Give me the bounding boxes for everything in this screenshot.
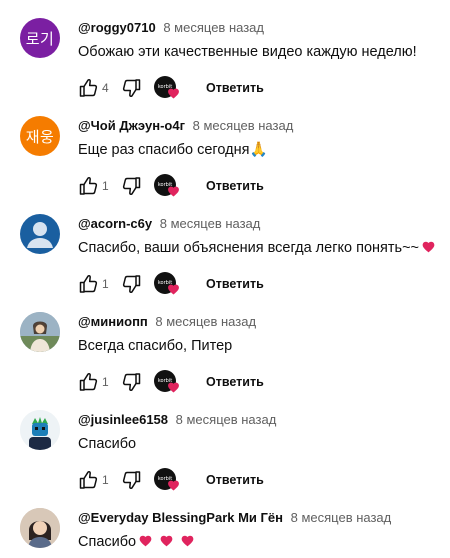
- like-count: 1: [102, 375, 109, 389]
- comment-item: @миниопп 8 месяцев назад Всегда спасибо,…: [0, 312, 450, 410]
- comment-text: Всегда спасибо, Питер: [78, 336, 232, 356]
- heart-emoji-icon: [422, 241, 435, 253]
- thumbs-down-icon: [122, 275, 141, 294]
- comment-actions: 1 korbit Ответить: [72, 368, 332, 396]
- avatar-initials: 재웅: [25, 127, 55, 146]
- like-button[interactable]: [76, 76, 100, 100]
- comment-text-body: Спасибо, ваши объяснения всегда легко по…: [78, 240, 420, 256]
- comment-text-body: Обожаю эти качественные видео каждую нед…: [78, 44, 417, 60]
- avatar-initials: 로기: [25, 29, 55, 48]
- photo-avatar-icon: [20, 508, 60, 548]
- comment-timestamp[interactable]: 8 месяцев назад: [160, 216, 261, 231]
- comment-actions: 1 korbit Ответить: [72, 466, 332, 494]
- heart-icon: [168, 382, 179, 393]
- heart-icon: [168, 480, 179, 491]
- comment-author[interactable]: @acorn-c6y: [78, 216, 152, 231]
- comment-item: 재웅 @Чой Джэун-о4г 8 месяцев назад Еще ра…: [0, 116, 450, 214]
- dislike-button[interactable]: [120, 76, 144, 100]
- heart-icon: [168, 284, 179, 295]
- comment-meta: @миниопп 8 месяцев назад: [78, 314, 256, 330]
- dislike-button[interactable]: [120, 174, 144, 198]
- avatar[interactable]: 재웅: [20, 116, 60, 156]
- comment-text: Спасибо: [78, 434, 136, 454]
- thumbs-up-icon: [79, 176, 98, 195]
- thumbs-up-icon: [79, 470, 98, 489]
- comment-timestamp[interactable]: 8 месяцев назад: [155, 314, 256, 329]
- heart-emoji-icon: [139, 535, 152, 547]
- avatar[interactable]: [20, 508, 60, 548]
- comment-timestamp[interactable]: 8 месяцев назад: [163, 20, 264, 35]
- photo-avatar-icon: [20, 312, 60, 352]
- like-button[interactable]: [76, 272, 100, 296]
- comment-meta: @jusinlee6158 8 месяцев назад: [78, 412, 276, 428]
- heart-emoji-icon: [160, 535, 173, 547]
- creator-heart-badge: korbit: [154, 468, 182, 494]
- comment-meta: @roggy0710 8 месяцев назад: [78, 20, 264, 36]
- reply-button[interactable]: Ответить: [194, 368, 276, 396]
- thumbs-up-icon: [79, 372, 98, 391]
- creator-heart-badge: korbit: [154, 76, 182, 102]
- thumbs-up-icon: [79, 274, 98, 293]
- creator-heart-badge: korbit: [154, 174, 182, 200]
- comment-author[interactable]: @jusinlee6158: [78, 412, 168, 427]
- comment-item: @acorn-c6y 8 месяцев назад Спасибо, ваши…: [0, 214, 450, 312]
- thumbs-down-icon: [122, 373, 141, 392]
- comment-actions: 1 korbit Ответить: [72, 270, 332, 298]
- avatar[interactable]: [20, 410, 60, 450]
- like-button[interactable]: [76, 174, 100, 198]
- heart-icon: [168, 186, 179, 197]
- default-person-icon: [27, 222, 53, 248]
- reply-button[interactable]: Ответить: [194, 172, 276, 200]
- avatar[interactable]: [20, 312, 60, 352]
- folded-hands-emoji: 🙏: [249, 142, 268, 158]
- comment-text-body: Еще раз спасибо сегодня: [78, 142, 250, 158]
- comment-text-body: Спасибо: [78, 436, 137, 452]
- comment-text: Обожаю эти качественные видео каждую нед…: [78, 42, 417, 62]
- reply-button[interactable]: Ответить: [194, 466, 276, 494]
- heart-icon: [168, 88, 179, 99]
- comment-author[interactable]: @Everyday BlessingPark Ми Гён: [78, 510, 283, 525]
- comment-text-body: Всегда спасибо, Питер: [78, 338, 233, 354]
- thumbs-down-icon: [122, 177, 141, 196]
- creator-heart-badge: korbit: [154, 272, 182, 298]
- like-count: 1: [102, 277, 109, 291]
- like-count: 4: [102, 81, 109, 95]
- comment-timestamp[interactable]: 8 месяцев назад: [176, 412, 277, 427]
- comment-item: 로기 @roggy0710 8 месяцев назад Обожаю эти…: [0, 18, 450, 116]
- thumbs-down-icon: [122, 471, 141, 490]
- comment-text: Еще раз спасибо сегодня🙏: [78, 140, 268, 160]
- like-count: 1: [102, 179, 109, 193]
- comment-meta: @Everyday BlessingPark Ми Гён 8 месяцев …: [78, 510, 391, 526]
- dislike-button[interactable]: [120, 370, 144, 394]
- comment-item: @jusinlee6158 8 месяцев назад Спасибо 1 …: [0, 410, 450, 508]
- like-button[interactable]: [76, 370, 100, 394]
- comment-text: Спасибо: [78, 532, 195, 552]
- thumbs-up-icon: [79, 78, 98, 97]
- reply-button[interactable]: Ответить: [194, 270, 276, 298]
- comment-timestamp[interactable]: 8 месяцев назад: [291, 510, 392, 525]
- comment-actions: 1 korbit Ответить: [72, 172, 332, 200]
- avatar[interactable]: [20, 214, 60, 254]
- comment-text: Спасибо, ваши объяснения всегда легко по…: [78, 238, 436, 258]
- thumbs-down-icon: [122, 79, 141, 98]
- comment-meta: @Чой Джэун-о4г 8 месяцев назад: [78, 118, 293, 134]
- like-count: 1: [102, 473, 109, 487]
- avatar[interactable]: 로기: [20, 18, 60, 58]
- like-button[interactable]: [76, 468, 100, 492]
- comment-author[interactable]: @миниопп: [78, 314, 148, 329]
- character-avatar-icon: [20, 410, 60, 450]
- reply-button[interactable]: Ответить: [194, 74, 276, 102]
- comment-text-body: Спасибо: [78, 534, 137, 550]
- comment-item: @Everyday BlessingPark Ми Гён 8 месяцев …: [0, 508, 450, 558]
- creator-heart-badge: korbit: [154, 370, 182, 396]
- comment-timestamp[interactable]: 8 месяцев назад: [193, 118, 294, 133]
- dislike-button[interactable]: [120, 272, 144, 296]
- comment-author[interactable]: @roggy0710: [78, 20, 156, 35]
- comment-author[interactable]: @Чой Джэун-о4г: [78, 118, 185, 133]
- comment-actions: 4 korbit Ответить: [72, 74, 332, 102]
- heart-emoji-icon: [181, 535, 194, 547]
- comment-meta: @acorn-c6y 8 месяцев назад: [78, 216, 260, 232]
- dislike-button[interactable]: [120, 468, 144, 492]
